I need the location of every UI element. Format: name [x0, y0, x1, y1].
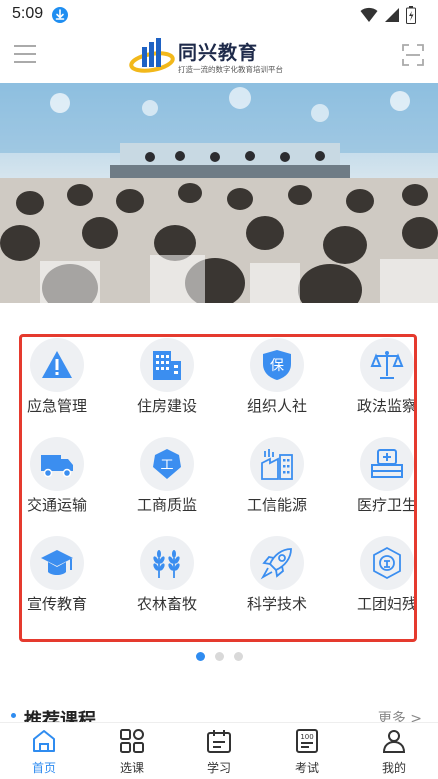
category-label: 应急管理 [26, 397, 87, 415]
menu-icon[interactable] [14, 45, 36, 63]
app-header: 同兴教育 打造一流的数字化教育培训平台 [0, 30, 438, 83]
home-icon [33, 730, 55, 752]
building-icon [140, 338, 194, 392]
tab-courses[interactable]: 选课 [88, 723, 176, 779]
category-item[interactable]: 交通运输 [22, 437, 112, 525]
logo: 同兴教育 打造一流的数字化教育培训平台 [128, 35, 318, 79]
pager-dot[interactable] [234, 652, 243, 661]
tab-home[interactable]: 首页 [0, 723, 88, 779]
svg-text:100: 100 [300, 733, 313, 741]
category-item[interactable]: 工团妇残 [332, 536, 417, 624]
logo-subtitle: 打造一流的数字化教育培训平台 [178, 65, 283, 74]
category-label: 工团妇残 [356, 595, 417, 613]
graduation-cap-icon [30, 536, 84, 590]
rocket-icon [250, 536, 304, 590]
category-item[interactable]: 保 组织人社 [222, 338, 332, 426]
recommend-title: 推荐课程 [24, 710, 96, 722]
svg-text:工: 工 [160, 458, 173, 473]
svg-text:保: 保 [270, 358, 284, 374]
badge-gong-icon: 工 [140, 437, 194, 491]
tab-label: 我的 [381, 761, 406, 775]
shield-bao-icon: 保 [250, 338, 304, 392]
logo-mark-icon [129, 38, 175, 73]
status-bar: 5:09 [0, 0, 438, 30]
tab-profile[interactable]: 我的 [350, 723, 438, 779]
category-item[interactable]: 医疗卫生 [332, 437, 417, 525]
category-label: 农林畜牧 [136, 595, 197, 613]
category-item[interactable]: 工 工商质监 [112, 437, 222, 525]
category-item[interactable]: 宣传教育 [22, 536, 112, 624]
category-label: 宣传教育 [26, 595, 87, 613]
category-item[interactable]: 应急管理 [22, 338, 112, 426]
category-item[interactable]: 住房建设 [112, 338, 222, 426]
scales-icon [360, 338, 414, 392]
category-label: 组织人社 [246, 397, 307, 415]
pager-dots [196, 652, 243, 661]
category-label: 工商质监 [136, 496, 197, 514]
grid-icon [120, 729, 144, 753]
banner-image [0, 83, 438, 303]
tab-label: 学习 [206, 761, 231, 775]
category-label: 政法监察 [356, 397, 417, 415]
tab-label: 首页 [31, 761, 56, 775]
category-item[interactable]: 工信能源 [222, 437, 332, 525]
download-icon [52, 7, 68, 23]
category-label: 科学技术 [246, 595, 307, 613]
tab-study[interactable]: 学习 [175, 723, 263, 779]
wifi-icon [360, 7, 378, 22]
section-bullet [11, 713, 16, 718]
pager-dot[interactable] [215, 652, 224, 661]
more-link[interactable]: 更多 > [378, 708, 422, 722]
category-label: 工信能源 [246, 496, 307, 514]
exam-icon: 100 [296, 729, 318, 753]
tab-label: 考试 [294, 761, 319, 775]
bottom-tabbar: 首页 选课 学习 100 考试 我的 [0, 722, 438, 779]
union-badge-icon [360, 536, 414, 590]
logo-title: 同兴教育 [178, 42, 259, 64]
category-item[interactable]: 政法监察 [332, 338, 417, 426]
category-item[interactable]: 科学技术 [222, 536, 332, 624]
study-icon [207, 730, 231, 753]
category-label: 住房建设 [136, 397, 197, 415]
factory-icon [250, 437, 304, 491]
category-item[interactable]: 农林畜牧 [112, 536, 222, 624]
status-time: 5:09 [12, 5, 44, 22]
category-grid: 应急管理 住房建设 保 组织人社 政法监察 交通运输 工 工商质监 工信能源 医… [19, 334, 417, 642]
battery-icon [406, 6, 416, 24]
wheat-icon [140, 536, 194, 590]
banner-carousel[interactable] [0, 83, 438, 303]
pager-dot[interactable] [196, 652, 205, 661]
truck-icon [30, 437, 84, 491]
status-icons [360, 6, 416, 24]
category-label: 医疗卫生 [356, 496, 417, 514]
user-icon [382, 730, 406, 753]
tab-label: 选课 [119, 761, 144, 775]
warning-icon [30, 338, 84, 392]
category-label: 交通运输 [26, 496, 87, 514]
scan-icon[interactable] [402, 44, 424, 66]
recommend-section: 推荐课程 更多 > [0, 700, 438, 722]
signal-icon [385, 8, 399, 22]
tab-exam[interactable]: 100 考试 [263, 723, 351, 779]
medical-kit-icon [360, 437, 414, 491]
